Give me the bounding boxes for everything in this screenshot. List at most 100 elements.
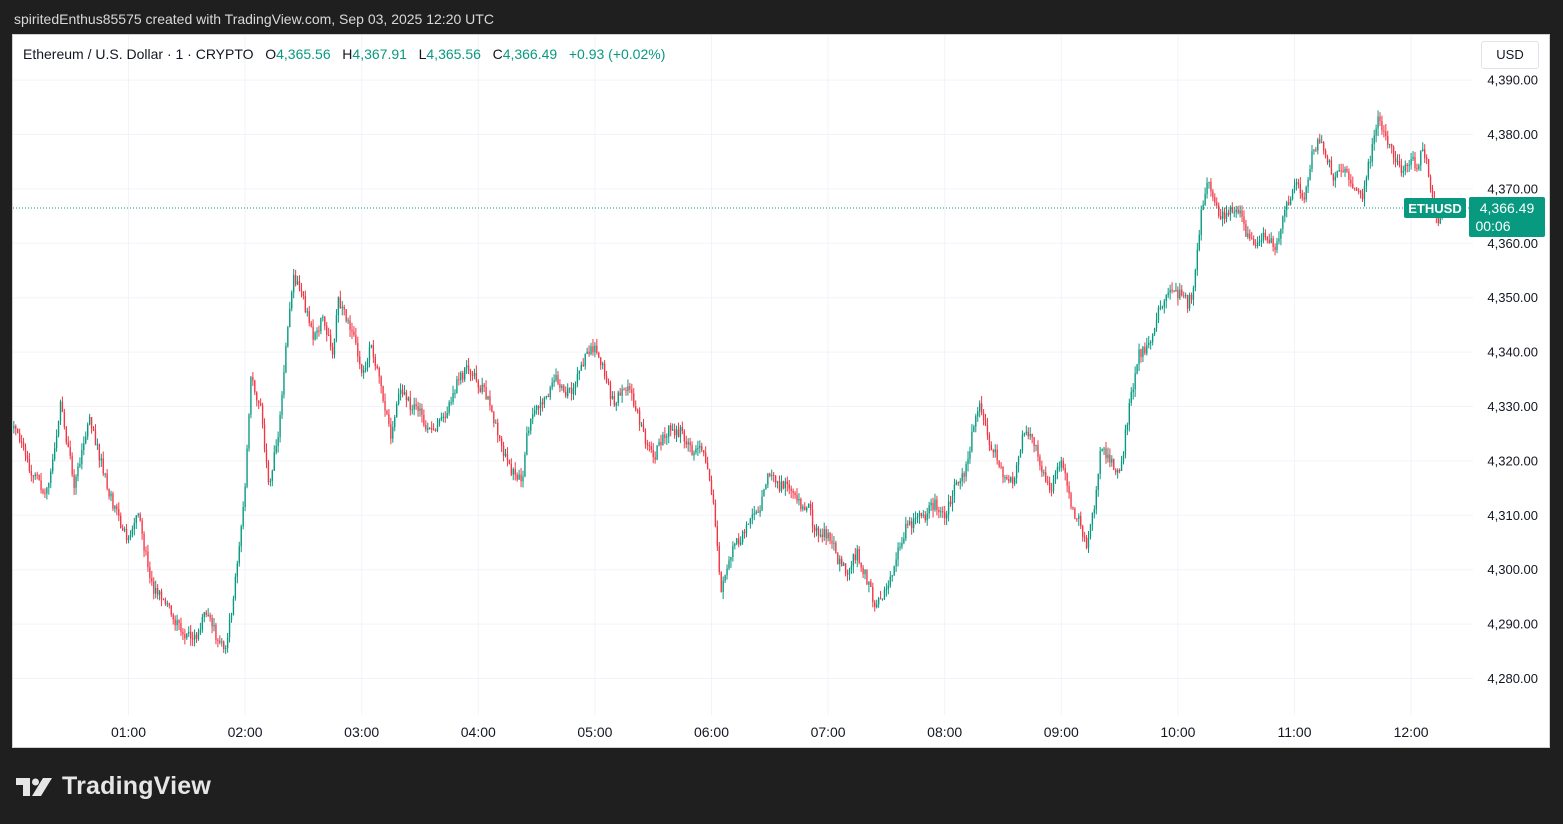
candle-body xyxy=(1041,465,1043,473)
candle-body xyxy=(329,335,332,347)
chart-panel[interactable]: 4,280.00 4,290.00 4,300.00 4,310.00 4,320.00… xyxy=(12,34,1550,748)
candle xyxy=(755,509,757,515)
candle xyxy=(800,497,802,512)
candle xyxy=(427,422,429,434)
candle xyxy=(1319,133,1321,144)
candle-body xyxy=(1293,185,1296,191)
candle xyxy=(1019,449,1022,458)
candle-body xyxy=(1396,161,1399,163)
candle-body xyxy=(1247,233,1249,237)
candle xyxy=(170,605,172,617)
candle-body xyxy=(77,466,79,477)
candle-body xyxy=(1151,334,1154,343)
candle-body xyxy=(403,392,406,395)
candle xyxy=(316,327,318,340)
candle xyxy=(751,508,753,525)
candle xyxy=(852,553,855,574)
candle-body xyxy=(535,406,538,411)
candle-body xyxy=(193,634,196,640)
candle xyxy=(910,517,913,535)
candle xyxy=(1346,165,1348,173)
candle-body xyxy=(588,351,590,354)
candle xyxy=(895,552,897,572)
candle-body xyxy=(234,576,237,599)
candle xyxy=(1361,188,1364,202)
candle xyxy=(81,443,83,470)
candle-body xyxy=(1381,121,1383,131)
candle-body xyxy=(52,459,54,472)
candle xyxy=(743,528,746,539)
candle xyxy=(1087,530,1090,553)
candle-body xyxy=(1148,342,1150,346)
candle-body xyxy=(180,622,182,632)
candle xyxy=(1422,142,1424,152)
candle xyxy=(1194,268,1197,292)
candle xyxy=(55,429,58,452)
candle xyxy=(1047,475,1049,486)
candle xyxy=(252,372,254,386)
candle-body xyxy=(98,444,101,461)
candle xyxy=(600,356,602,370)
candle xyxy=(955,479,958,486)
candle-body xyxy=(452,393,454,403)
candle-body xyxy=(1074,508,1076,519)
candle xyxy=(158,589,161,601)
candle xyxy=(477,379,479,394)
candle-body xyxy=(1115,469,1117,473)
candle xyxy=(71,452,73,478)
candle xyxy=(46,486,48,500)
candle xyxy=(765,483,767,490)
candle xyxy=(1357,188,1360,195)
candle xyxy=(1253,235,1255,246)
candle-body xyxy=(949,501,952,505)
ticker-tag[interactable]: ETHUSD xyxy=(1404,197,1466,218)
candle xyxy=(914,511,917,525)
candle-body xyxy=(881,598,884,600)
candle-body xyxy=(34,474,36,477)
candle xyxy=(1332,173,1335,186)
candle-body xyxy=(842,563,845,566)
candle xyxy=(153,577,155,600)
candle xyxy=(207,608,209,617)
candle xyxy=(996,444,998,465)
candle xyxy=(728,556,730,571)
candle xyxy=(17,428,19,434)
candle xyxy=(603,359,606,380)
candle-body xyxy=(819,534,822,536)
candle-body xyxy=(835,542,837,554)
candle-body xyxy=(438,419,441,425)
candle-body xyxy=(1017,457,1020,466)
candle-body xyxy=(79,464,81,467)
candle-body xyxy=(1021,434,1024,451)
candle xyxy=(1394,151,1397,168)
candle xyxy=(1043,469,1045,477)
candle-body xyxy=(429,428,431,430)
candle xyxy=(679,424,682,444)
candle-body xyxy=(178,620,180,623)
candle xyxy=(123,526,126,533)
candle-body xyxy=(1354,188,1356,190)
candle xyxy=(1289,196,1292,206)
candle xyxy=(759,505,761,517)
candle xyxy=(722,576,724,600)
candle-body xyxy=(1299,183,1302,194)
candle-body xyxy=(112,493,114,509)
candle-body xyxy=(1130,392,1132,404)
candle xyxy=(409,390,411,416)
candle xyxy=(1402,165,1405,178)
candle xyxy=(1076,518,1078,522)
currency-button[interactable]: USD xyxy=(1481,41,1539,69)
candle-body xyxy=(660,441,662,446)
candle-body xyxy=(219,640,221,643)
candle-body xyxy=(162,599,165,601)
candle xyxy=(498,435,501,442)
y-tick-label: 4,300.00 xyxy=(1487,562,1538,577)
price-chart[interactable]: 4,280.004,290.004,300.004,310.004,320.00… xyxy=(13,35,1549,747)
candle-body xyxy=(491,405,493,413)
candle-body xyxy=(959,481,961,484)
candle-body xyxy=(658,441,660,446)
candle-body xyxy=(46,487,48,494)
candle xyxy=(436,418,439,433)
candle-body xyxy=(1317,139,1319,151)
candle xyxy=(131,525,134,538)
